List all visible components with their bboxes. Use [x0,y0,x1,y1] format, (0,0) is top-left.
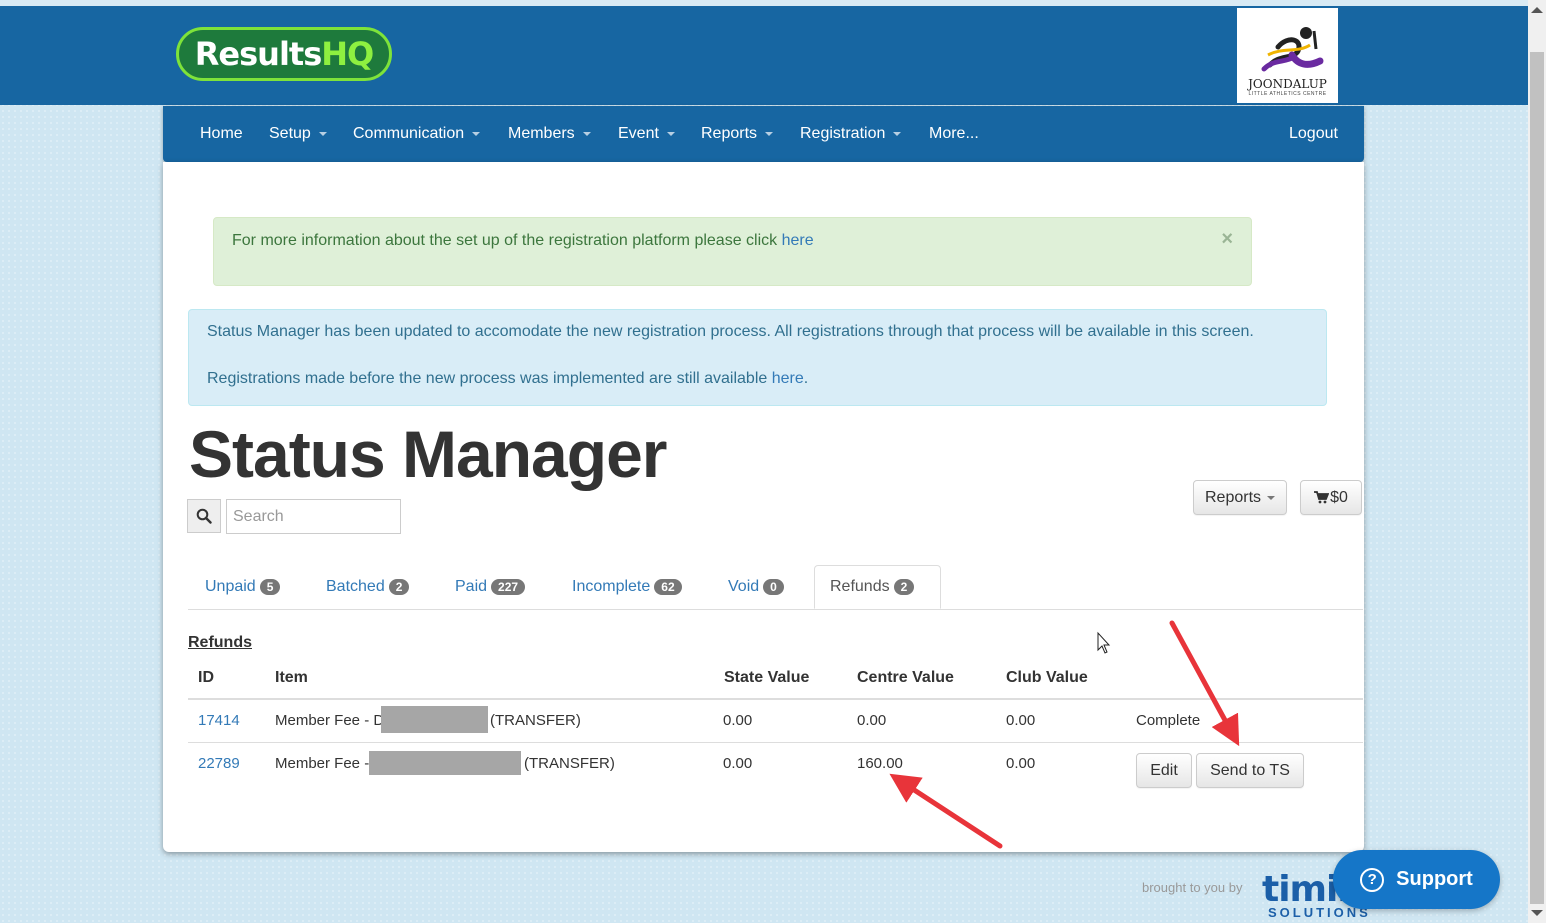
count-badge: 2 [388,578,410,595]
alert-success-link[interactable]: here [782,232,814,249]
footer-brought-by: brought to you by [1142,880,1243,895]
caret-down-icon [318,131,327,136]
row-item-prefix: Member Fee - D [275,712,385,729]
col-header-state-value: State Value [724,669,810,686]
row-id-link[interactable]: 22789 [198,755,240,772]
nav-event[interactable]: Event [618,106,675,162]
scroll-up-icon[interactable] [1531,7,1543,13]
reports-dropdown-button[interactable]: Reports [1193,480,1287,515]
tab-unpaid[interactable]: Unpaid 5 [205,565,281,609]
count-badge: 62 [654,578,682,595]
close-icon[interactable]: × [1221,228,1233,251]
search-icon [196,508,212,524]
row-divider [188,742,1363,743]
count-badge: 0 [763,578,784,595]
tab-incomplete[interactable]: Incomplete 62 [572,565,682,609]
tab-paid[interactable]: Paid 227 [455,565,526,609]
cart-icon [1314,491,1330,504]
nav-more[interactable]: More... [929,106,979,162]
alert-info-line1: Status Manager has been updated to accom… [207,323,1254,340]
info-alert-success: For more information about the set up of… [213,217,1252,286]
main-navbar: Home Setup Communication Members Event R… [163,106,1364,162]
caret-down-icon [582,131,591,136]
count-badge: 2 [893,578,915,595]
row-state-value: 0.00 [723,712,753,729]
alert-success-text: For more information about the set up of… [232,232,782,249]
col-header-club-value: Club Value [1006,669,1088,686]
alert-info-link[interactable]: here [772,370,804,387]
col-header-item: Item [275,669,308,686]
refunds-heading: Refunds [188,634,252,651]
info-alert-status: Status Manager has been updated to accom… [188,309,1327,406]
row-club-value: 0.00 [1006,712,1036,729]
count-badge: 5 [259,578,281,595]
tab-batched[interactable]: Batched 2 [326,565,410,609]
caret-down-icon [666,131,675,136]
alert-info-line2: Registrations made before the new proces… [207,370,809,387]
nav-reports[interactable]: Reports [701,106,774,162]
row-centre-value: 160.00 [857,755,903,772]
status-tabs: Unpaid 5 Batched 2 Paid 227 Incomplete 62 Vo… [188,565,1363,610]
search-button[interactable] [187,499,221,533]
nav-registration[interactable]: Registration [800,106,902,162]
redaction-block [369,751,521,775]
logo-text: ResultsHQ [194,35,374,73]
row-club-value: 0.00 [1006,755,1036,772]
scroll-down-icon[interactable] [1531,910,1543,916]
caret-down-icon [893,131,902,136]
question-icon: ? [1360,867,1385,892]
logout-link[interactable]: Logout [1289,106,1338,162]
caret-down-icon [765,131,774,136]
club-name: JOONDALUP [1248,77,1327,91]
row-item-suffix: (TRANSFER) [524,755,615,772]
caret-down-icon [472,131,481,136]
row-centre-value: 0.00 [857,712,887,729]
caret-down-icon [1267,495,1276,500]
tab-refunds[interactable]: Refunds 2 [814,565,941,609]
row-status: Complete [1136,712,1201,729]
col-header-id: ID [198,669,214,686]
support-button[interactable]: ? Support [1333,850,1500,909]
resultshq-logo[interactable]: ResultsHQ [176,27,392,81]
edit-button[interactable]: Edit [1136,753,1192,788]
redaction-block [381,706,488,733]
col-header-centre-value: Centre Value [857,669,954,686]
row-item-suffix: (TRANSFER) [490,712,581,729]
nav-setup[interactable]: Setup [269,106,327,162]
page-title: Status Manager [189,417,667,491]
club-subtitle: LITTLE ATHLETICS CENTRE [1248,91,1327,97]
cart-button[interactable]: $0 [1300,480,1362,515]
club-logo: JOONDALUP LITTLE ATHLETICS CENTRE [1237,8,1338,103]
row-state-value: 0.00 [723,755,753,772]
row-item-prefix: Member Fee - [275,755,370,772]
tab-void[interactable]: Void 0 [728,565,784,609]
nav-home[interactable]: Home [200,106,243,162]
nav-communication[interactable]: Communication [353,106,481,162]
count-badge: 227 [491,578,526,595]
row-id-link[interactable]: 17414 [198,712,240,729]
nav-members[interactable]: Members [508,106,591,162]
scrollbar-thumb[interactable] [1530,52,1544,904]
search-input[interactable] [226,499,401,534]
send-to-ts-button[interactable]: Send to TS [1196,753,1304,788]
table-header-divider [188,698,1363,700]
runner-icon [1261,27,1323,72]
